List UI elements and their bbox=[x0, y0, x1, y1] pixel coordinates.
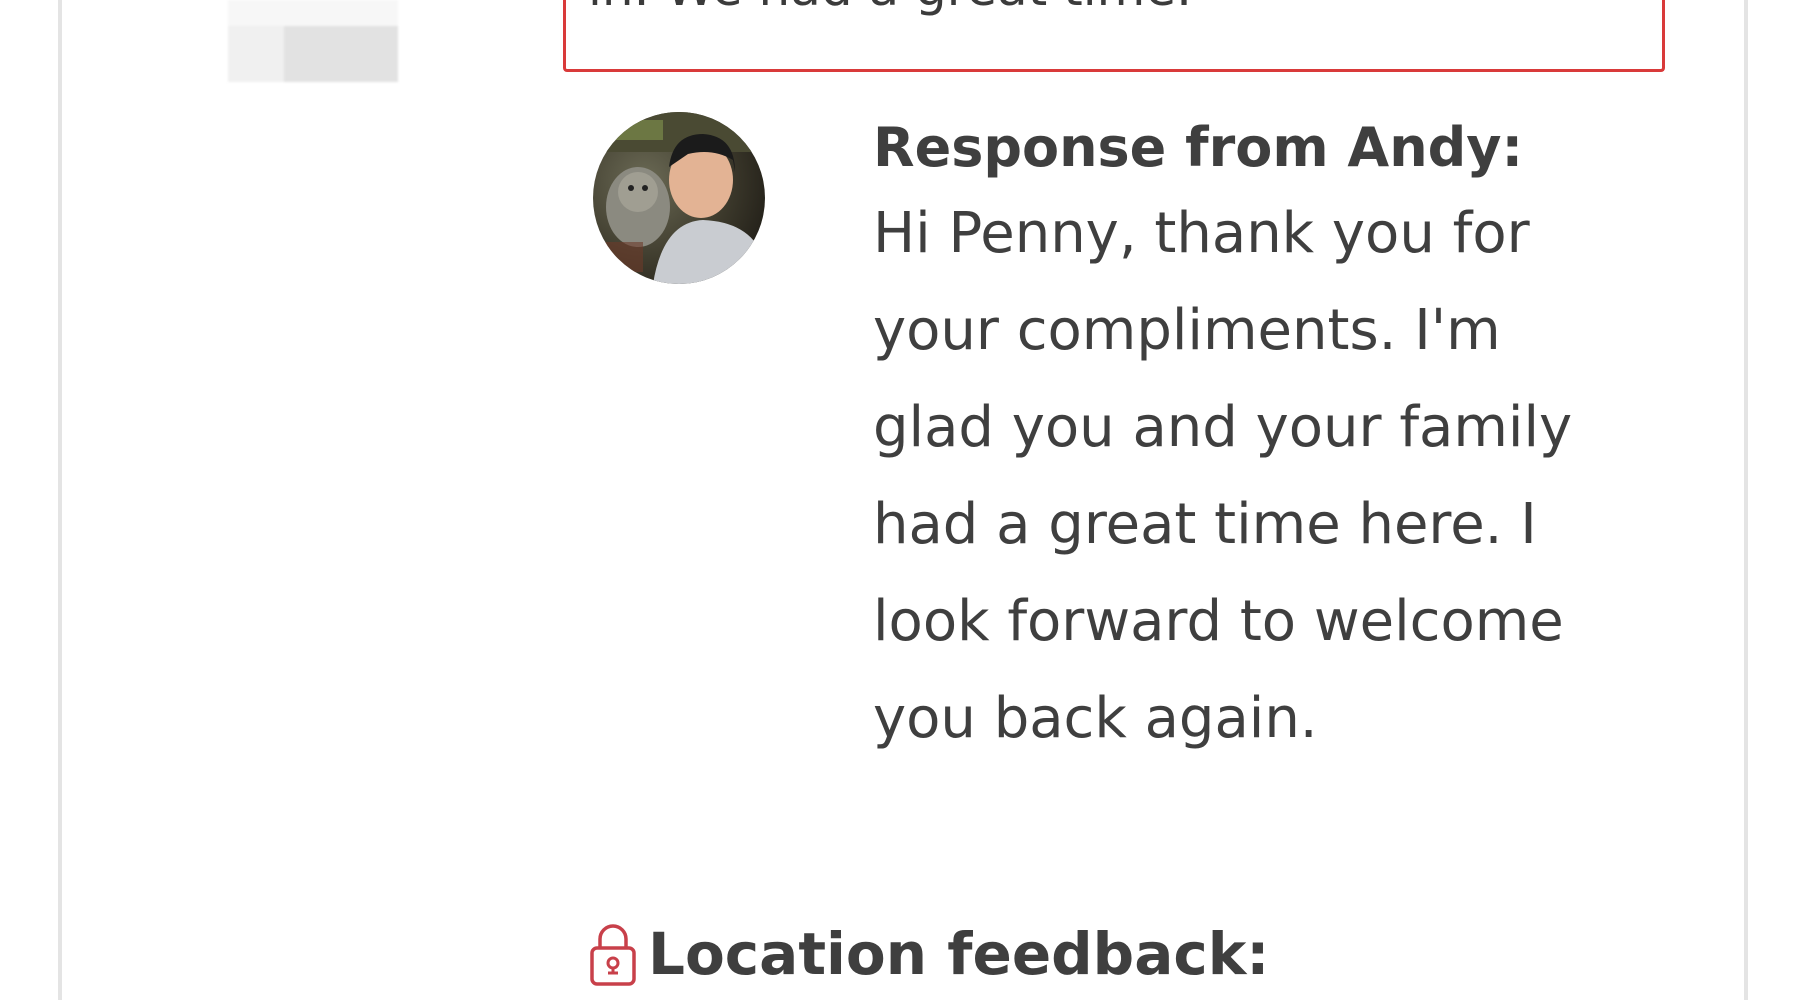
panel-left-border bbox=[58, 0, 62, 1000]
host-avatar[interactable] bbox=[593, 112, 765, 284]
review-text: in. We had a great time. bbox=[588, 0, 1192, 18]
location-feedback-title: Location feedback: bbox=[648, 920, 1270, 988]
response-line: your compliments. I'm bbox=[873, 298, 1501, 363]
response-line: Hi Penny, thank you for bbox=[873, 201, 1530, 266]
panel-right-border bbox=[1744, 0, 1748, 1000]
review-panel: in. We had a great time. Respo bbox=[0, 0, 1800, 1000]
response-line: you back again. bbox=[873, 686, 1318, 751]
response-title: Response from Andy: bbox=[873, 116, 1524, 179]
lock-icon bbox=[590, 924, 636, 986]
response-body: Hi Penny, thank you for your compliments… bbox=[873, 185, 1713, 767]
blurred-reviewer-info bbox=[228, 0, 398, 82]
highlighted-review-box: in. We had a great time. bbox=[563, 0, 1665, 72]
host-response: Response from Andy: Hi Penny, thank you … bbox=[873, 112, 1713, 767]
response-line: look forward to welcome bbox=[873, 589, 1564, 654]
location-feedback-header: Location feedback: bbox=[588, 918, 1270, 990]
response-line: had a great time here. I bbox=[873, 492, 1537, 557]
host-avatar-photo-icon bbox=[593, 112, 765, 284]
response-line: glad you and your family bbox=[873, 395, 1573, 460]
